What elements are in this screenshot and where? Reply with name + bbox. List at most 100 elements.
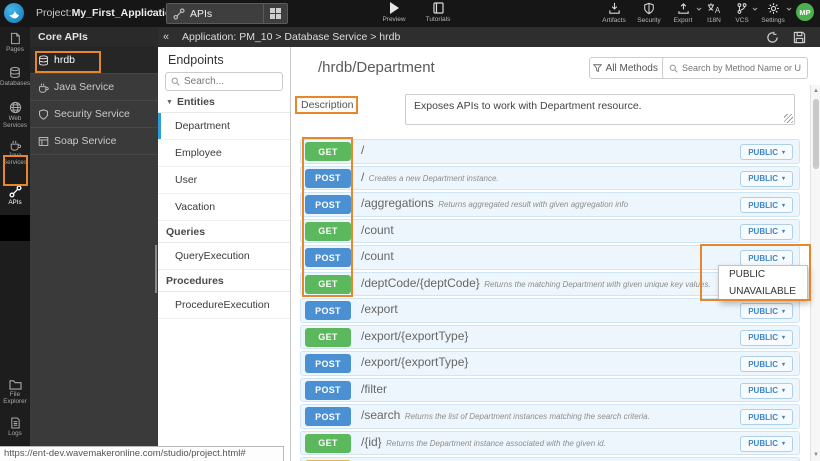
endpoint-row[interactable]: GET /count Returns the total count of De… xyxy=(300,219,800,244)
page-icon xyxy=(9,32,21,45)
visibility-dropdown-button[interactable]: PUBLIC ▾ xyxy=(740,171,793,187)
endpoint-row[interactable]: POST /filter Returns the paginated list … xyxy=(300,378,800,403)
sidebar-item-logs[interactable]: Logs xyxy=(0,417,30,437)
core-api-item-java-service[interactable]: Java Service xyxy=(30,74,158,101)
sidebar-item-java-services[interactable]: Java Services xyxy=(0,139,30,166)
i18n-button[interactable]: A I18N xyxy=(700,2,728,24)
sidebar-item-file-explorer[interactable]: File Explorer xyxy=(0,379,30,405)
nav-item-employee[interactable]: Employee xyxy=(158,140,290,167)
play-icon xyxy=(390,2,399,14)
section-procedures[interactable]: Procedures xyxy=(158,270,290,292)
refresh-icon[interactable] xyxy=(766,31,779,44)
scroll-down-icon[interactable]: ▼ xyxy=(811,450,820,460)
user-avatar[interactable]: MP xyxy=(796,3,814,21)
section-entities[interactable]: ▼Entities xyxy=(158,91,290,113)
visibility-dropdown-button[interactable]: PUBLIC ▾ xyxy=(740,197,793,213)
core-apis-panel: Core APIs hrdb Java Service Security Ser… xyxy=(30,27,158,461)
endpoint-row[interactable]: GET /{id} Returns the Department instanc… xyxy=(300,431,800,456)
visibility-option-public[interactable]: PUBLIC xyxy=(719,266,807,283)
endpoint-path: /{id} xyxy=(361,435,382,449)
artifacts-button[interactable]: Artifacts xyxy=(596,2,632,24)
endpoint-path: / xyxy=(361,170,364,184)
status-url-bar: https://ent-dev.wavemakeronline.com/stud… xyxy=(0,446,284,461)
endpoint-row[interactable]: GET /export/{exportType} Returns downloa… xyxy=(300,325,800,350)
vcs-button[interactable]: VCS xyxy=(728,2,756,24)
security-button[interactable]: Security xyxy=(632,2,666,24)
nav-item-user[interactable]: User xyxy=(158,167,290,194)
globe-icon xyxy=(9,101,22,114)
visibility-dropdown-button[interactable]: PUBLIC ▾ xyxy=(740,144,793,160)
artifacts-label: Artifacts xyxy=(602,17,625,24)
endpoints-search-input[interactable] xyxy=(184,76,270,87)
method-badge: POST xyxy=(305,301,351,320)
save-icon[interactable] xyxy=(793,31,806,44)
endpoint-row[interactable]: POST /aggregations Returns aggregated re… xyxy=(300,192,800,217)
endpoint-row[interactable]: POST /export Returns a URL to download a… xyxy=(300,298,800,323)
visibility-dropdown-button[interactable]: PUBLIC ▾ xyxy=(740,303,793,319)
vertical-scrollbar[interactable]: ▲ ▼ xyxy=(810,85,820,461)
endpoint-row[interactable]: POST /export/{exportType} Returns downlo… xyxy=(300,351,800,376)
visibility-dropdown-button[interactable]: PUBLIC ▾ xyxy=(740,436,793,452)
resize-grip-icon[interactable] xyxy=(784,114,793,123)
preview-label: Preview xyxy=(382,16,405,23)
methods-filter-dropdown[interactable]: All Methods ▾ xyxy=(589,57,669,79)
scroll-up-icon[interactable]: ▲ xyxy=(811,86,820,96)
endpoint-row[interactable]: PUT ▾ xyxy=(300,457,800,461)
nav-item-queryexecution[interactable]: QueryExecution xyxy=(158,243,290,270)
sidebar-item-databases[interactable]: Databases xyxy=(0,66,30,87)
tab-apis[interactable]: APIs xyxy=(166,3,288,24)
preview-button[interactable]: Preview xyxy=(372,2,416,23)
method-badge: GET xyxy=(305,328,351,347)
settings-label: Settings xyxy=(761,17,785,24)
core-api-item-soap-service[interactable]: Soap Service xyxy=(30,128,158,155)
sidebar-item-web-services[interactable]: Web Services xyxy=(0,101,30,129)
visibility-dropdown-button[interactable]: PUBLIC ▾ xyxy=(740,356,793,372)
database-icon xyxy=(38,55,49,66)
visibility-option-unavailable[interactable]: UNAVAILABLE xyxy=(719,283,807,300)
filter-funnel-icon xyxy=(593,64,602,73)
nav-item-vacation[interactable]: Vacation xyxy=(158,194,290,221)
settings-button[interactable]: Settings xyxy=(756,2,790,24)
nav-item-department[interactable]: Department xyxy=(158,113,290,140)
visibility-dropdown-button[interactable]: PUBLIC ▾ xyxy=(740,250,793,266)
visibility-dropdown-button[interactable]: PUBLIC ▾ xyxy=(740,330,793,346)
shield-icon xyxy=(643,2,655,15)
method-badge: POST xyxy=(305,354,351,373)
core-api-item-hrdb[interactable]: hrdb xyxy=(30,47,158,74)
endpoint-path: / xyxy=(361,143,364,157)
visibility-dropdown-button[interactable]: PUBLIC ▾ xyxy=(740,383,793,399)
visibility-dropdown-button[interactable]: PUBLIC ▾ xyxy=(740,409,793,425)
method-search-input[interactable] xyxy=(682,63,801,73)
gear-icon xyxy=(767,2,780,15)
collapse-panel-icon[interactable]: « xyxy=(158,31,174,43)
endpoint-path: /export/{exportType} xyxy=(361,329,468,343)
vcs-label: VCS xyxy=(735,17,748,24)
endpoint-row[interactable]: GET / Returns the paginated list of Depa… xyxy=(300,139,800,164)
sidebar-item-pages[interactable]: Pages xyxy=(0,32,30,53)
visibility-dropdown-button[interactable]: PUBLIC ▾ xyxy=(740,224,793,240)
caret-down-icon: ▾ xyxy=(782,202,785,209)
sidebar-item-apis[interactable]: APIs xyxy=(0,185,30,206)
tutorials-label: Tutorials xyxy=(426,16,451,23)
endpoints-search[interactable] xyxy=(165,72,283,91)
method-badge: POST xyxy=(305,381,351,400)
coffee-icon xyxy=(38,82,49,93)
export-button[interactable]: Export xyxy=(666,2,700,24)
tutorials-button[interactable]: Tutorials xyxy=(416,2,460,23)
caret-down-icon: ▾ xyxy=(782,149,785,156)
grid-icon[interactable] xyxy=(263,4,287,23)
panel-scrollbar[interactable] xyxy=(155,245,157,293)
core-api-item-security-service[interactable]: Security Service xyxy=(30,101,158,128)
wavemaker-logo-icon[interactable] xyxy=(4,3,24,23)
method-search[interactable] xyxy=(662,57,808,79)
endpoint-row[interactable]: POST / Creates a new Department instance… xyxy=(300,166,800,191)
endpoint-description: Returns the Department instance associat… xyxy=(386,439,606,448)
nav-item-procedureexecution[interactable]: ProcedureExecution xyxy=(158,292,290,319)
description-textarea[interactable]: Exposes APIs to work with Department res… xyxy=(405,94,795,125)
project-label[interactable]: Project:My_First_Application xyxy=(36,0,178,27)
endpoints-nav-panel: Endpoints ▼Entities Department Employee … xyxy=(158,47,291,461)
section-queries[interactable]: Queries xyxy=(158,221,290,243)
main-content: /hrdb/Department All Methods ▾ Descripti… xyxy=(291,47,820,461)
endpoint-row[interactable]: POST /search Returns the list of Departm… xyxy=(300,404,800,429)
scrollbar-thumb[interactable] xyxy=(813,99,819,169)
